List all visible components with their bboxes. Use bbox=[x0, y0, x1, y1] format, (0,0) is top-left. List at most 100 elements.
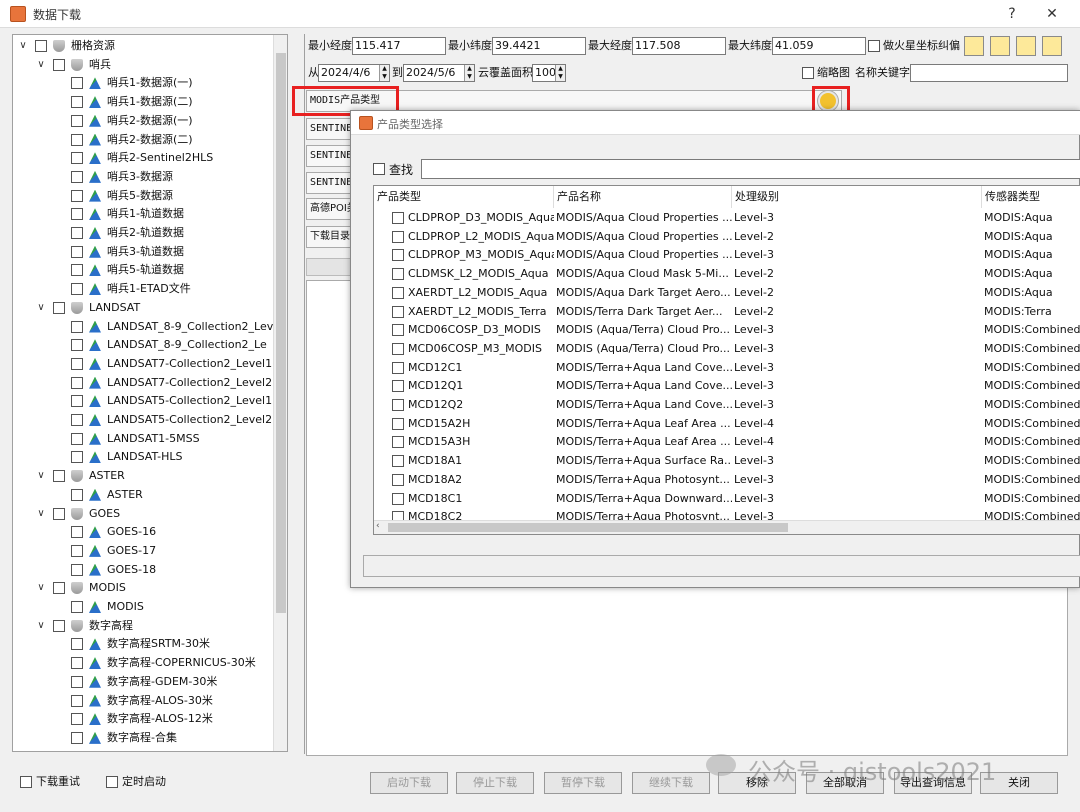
tree-item-checkbox[interactable] bbox=[71, 376, 83, 389]
tree-item-checkbox[interactable] bbox=[71, 713, 83, 726]
stop-download-button[interactable]: 停止下载 bbox=[456, 772, 534, 794]
tree-item[interactable]: 数字高程-GDEM-30米 bbox=[13, 673, 273, 691]
table-row[interactable]: MCD18A2 MODIS/Terra+Aqua Photosynt... Leve… bbox=[374, 471, 1080, 490]
row-checkbox[interactable] bbox=[392, 230, 404, 243]
draw-region-icon[interactable] bbox=[990, 36, 1010, 56]
row-checkbox[interactable] bbox=[392, 380, 404, 393]
start-download-button[interactable]: 启动下载 bbox=[370, 772, 448, 794]
min-lon-input[interactable]: 115.417 bbox=[352, 37, 446, 55]
tree-item-checkbox[interactable] bbox=[71, 563, 83, 576]
chevron-down-icon[interactable]: ∨ bbox=[35, 467, 47, 485]
gaode-poi-row[interactable]: 高德POI类 bbox=[306, 198, 356, 220]
tree-item[interactable]: 哨兵1-数据源(二) bbox=[13, 93, 273, 111]
tree-item-checkbox[interactable] bbox=[53, 470, 65, 483]
tree-item[interactable]: 哨兵5-数据源 bbox=[13, 187, 273, 205]
chevron-down-icon[interactable]: ∨ bbox=[35, 299, 47, 317]
mars-correct-checkbox[interactable] bbox=[868, 40, 880, 52]
tree-item[interactable]: 哨兵1-数据源(一) bbox=[13, 74, 273, 92]
tree-item[interactable]: ∨ MODIS bbox=[13, 579, 273, 597]
tree-item-checkbox[interactable] bbox=[71, 264, 83, 277]
tree-item[interactable]: 哨兵3-数据源 bbox=[13, 168, 273, 186]
chevron-down-icon[interactable]: ∨ bbox=[35, 56, 47, 74]
select-region-icon[interactable] bbox=[964, 36, 984, 56]
keyword-input[interactable] bbox=[910, 64, 1068, 82]
table-row[interactable]: MCD06COSP_M3_MODIS MODIS (Aqua/Terra) Clo… bbox=[374, 340, 1080, 359]
row-checkbox[interactable] bbox=[392, 305, 404, 318]
row-checkbox[interactable] bbox=[392, 249, 404, 262]
retry-checkbox[interactable] bbox=[20, 776, 32, 788]
table-row[interactable]: MCD15A3H MODIS/Terra+Aqua Leaf Area ... Le… bbox=[374, 433, 1080, 452]
col-header-sensor[interactable]: 传感器类型 bbox=[982, 186, 1080, 208]
tree-item-checkbox[interactable] bbox=[53, 619, 65, 632]
tree-item[interactable]: 哨兵2-轨道数据 bbox=[13, 224, 273, 242]
tree-item[interactable]: LANDSAT-HLS bbox=[13, 448, 273, 466]
product-grid[interactable]: 产品类型 产品名称 处理级别 传感器类型 CLDPROP_D3_MODIS_Aq… bbox=[373, 185, 1080, 535]
scroll-left-icon[interactable]: ‹ bbox=[376, 521, 380, 531]
tree-item[interactable]: LANDSAT_8-9_Collection2_Lev bbox=[13, 318, 273, 336]
tree-item-checkbox[interactable] bbox=[71, 189, 83, 202]
table-row[interactable]: MCD12Q1 MODIS/Terra+Aqua Land Cove... Leve… bbox=[374, 377, 1080, 396]
chevron-down-icon[interactable]: ∨ bbox=[17, 37, 29, 55]
table-row[interactable]: MCD12C1 MODIS/Terra+Aqua Land Cove... Leve… bbox=[374, 359, 1080, 378]
tree-item-checkbox[interactable] bbox=[71, 395, 83, 408]
search-checkbox[interactable] bbox=[373, 163, 385, 175]
grid-hscrollbar[interactable]: ‹ bbox=[374, 520, 1080, 534]
thumbnail-checkbox[interactable] bbox=[802, 67, 814, 79]
chevron-down-icon[interactable]: ∨ bbox=[35, 617, 47, 635]
tree-item-checkbox[interactable] bbox=[71, 694, 83, 707]
tree-item-checkbox[interactable] bbox=[53, 301, 65, 314]
table-row[interactable]: CLDMSK_L2_MODIS_Aqua MODIS/Aqua Cloud Mas… bbox=[374, 265, 1080, 284]
row-checkbox[interactable] bbox=[392, 342, 404, 355]
tree-item[interactable]: LANDSAT7-Collection2_Level1 bbox=[13, 355, 273, 373]
tree-item[interactable]: MODIS bbox=[13, 598, 273, 616]
tree-item-checkbox[interactable] bbox=[71, 96, 83, 109]
tree-item[interactable]: GOES-16 bbox=[13, 523, 273, 541]
folder-icon[interactable] bbox=[1016, 36, 1036, 56]
tree-item[interactable]: LANDSAT5-Collection2_Level2 bbox=[13, 411, 273, 429]
row-checkbox[interactable] bbox=[392, 361, 404, 374]
resume-download-button[interactable]: 继续下载 bbox=[632, 772, 710, 794]
resource-tree[interactable]: ∨ 栅格资源 ∨ 哨兵 哨兵1-数据源(一) 哨兵1-数据源(二) 哨兵2-数据源(一) 哨兵… bbox=[12, 34, 288, 752]
download-dir-row[interactable]: 下载目录 bbox=[306, 226, 356, 248]
tree-item-checkbox[interactable] bbox=[71, 451, 83, 464]
timer-checkbox[interactable] bbox=[106, 776, 118, 788]
tree-item-checkbox[interactable] bbox=[71, 320, 83, 333]
tree-item-checkbox[interactable] bbox=[71, 488, 83, 501]
tree-item[interactable]: 哨兵3-轨道数据 bbox=[13, 243, 273, 261]
tree-item-checkbox[interactable] bbox=[71, 152, 83, 165]
tree-item[interactable]: ∨ 数字高程 bbox=[13, 617, 273, 635]
tree-item-checkbox[interactable] bbox=[71, 133, 83, 146]
row-checkbox[interactable] bbox=[392, 473, 404, 486]
tree-item-checkbox[interactable] bbox=[71, 77, 83, 90]
tree-item[interactable]: 数字高程-合集 bbox=[13, 729, 273, 747]
help-button[interactable]: ? bbox=[1002, 4, 1022, 24]
tree-item-checkbox[interactable] bbox=[71, 170, 83, 183]
tree-item[interactable]: ∨ ASTER bbox=[13, 467, 273, 485]
sentinel-row-3[interactable]: SENTINEL bbox=[306, 172, 356, 194]
min-lat-input[interactable]: 39.4421 bbox=[492, 37, 586, 55]
from-date-spinner[interactable]: ▲ ▼ bbox=[379, 65, 389, 81]
tree-item-checkbox[interactable] bbox=[53, 58, 65, 71]
tree-scrollbar[interactable] bbox=[273, 35, 287, 751]
col-header-type[interactable]: 产品类型 bbox=[374, 186, 554, 208]
row-checkbox[interactable] bbox=[392, 455, 404, 468]
tree-item[interactable]: 哨兵2-Sentinel2HLS bbox=[13, 149, 273, 167]
max-lat-input[interactable]: 41.059 bbox=[772, 37, 866, 55]
row-checkbox[interactable] bbox=[392, 492, 404, 505]
tree-item[interactable]: ∨ GOES bbox=[13, 505, 273, 523]
table-row[interactable]: CLDPROP_D3_MODIS_Aqua MODIS/Aqua Cloud Pr… bbox=[374, 209, 1080, 228]
sentinel-row-1[interactable]: SENTINEL bbox=[306, 118, 356, 140]
col-header-level[interactable]: 处理级别 bbox=[732, 186, 982, 208]
max-lon-input[interactable]: 117.508 bbox=[632, 37, 726, 55]
tree-item[interactable]: LANDSAT1-5MSS bbox=[13, 430, 273, 448]
tree-item[interactable]: ASTER bbox=[13, 486, 273, 504]
tree-item[interactable]: GOES-18 bbox=[13, 561, 273, 579]
tree-item-checkbox[interactable] bbox=[71, 638, 83, 651]
tree-item[interactable]: 哨兵1-轨道数据 bbox=[13, 205, 273, 223]
table-row[interactable]: MCD06COSP_D3_MODIS MODIS (Aqua/Terra) Clo… bbox=[374, 321, 1080, 340]
tree-item[interactable]: 数字高程-ALOS-12米 bbox=[13, 710, 273, 728]
tree-item[interactable]: LANDSAT7-Collection2_Level2 bbox=[13, 374, 273, 392]
tree-item-checkbox[interactable] bbox=[71, 414, 83, 426]
tree-item-checkbox[interactable] bbox=[71, 208, 83, 221]
table-row[interactable]: MCD18A1 MODIS/Terra+Aqua Surface Ra... Lev… bbox=[374, 452, 1080, 471]
